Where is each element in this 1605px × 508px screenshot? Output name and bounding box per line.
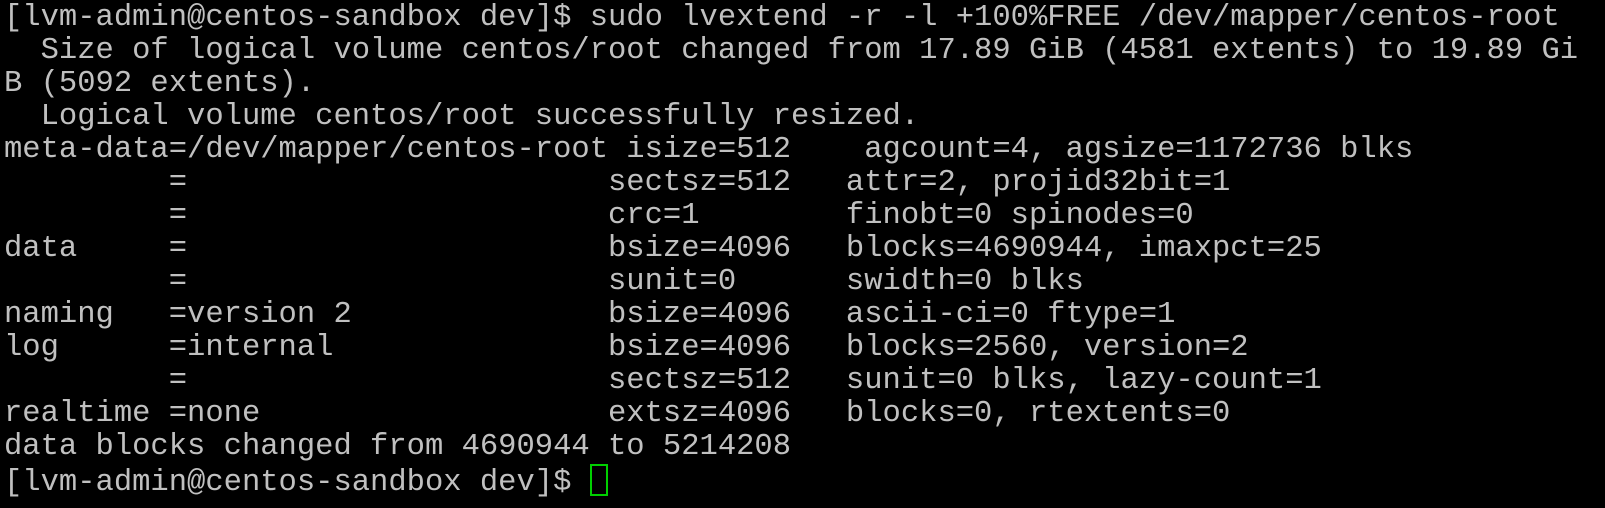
- terminal-line: realtime =none extsz=4096 blocks=0, rtex…: [4, 397, 1231, 431]
- terminal-line: B (5092 extents).: [4, 67, 316, 101]
- terminal-line: naming =version 2 bsize=4096 ascii-ci=0 …: [4, 298, 1176, 332]
- terminal-output[interactable]: [lvm-admin@centos-sandbox dev]$ sudo lve…: [4, 2, 1605, 508]
- terminal-line: [lvm-admin@centos-sandbox dev]$ sudo lve…: [4, 2, 1560, 35]
- terminal-line: log =internal bsize=4096 blocks=2560, ve…: [4, 331, 1249, 365]
- terminal-line: = sectsz=512 sunit=0 blks, lazy-count=1: [4, 364, 1322, 398]
- terminal-line: data blocks changed from 4690944 to 5214…: [4, 430, 792, 464]
- shell-prompt: [lvm-admin@centos-sandbox dev]$: [4, 466, 590, 500]
- terminal-line: meta-data=/dev/mapper/centos-root isize=…: [4, 133, 1414, 167]
- terminal-line: data = bsize=4096 blocks=4690944, imaxpc…: [4, 232, 1322, 266]
- terminal-line: = crc=1 finobt=0 spinodes=0: [4, 199, 1194, 233]
- text-cursor: [589, 464, 608, 496]
- prompt-line[interactable]: [lvm-admin@centos-sandbox dev]$: [4, 464, 1605, 500]
- terminal-line: Logical volume centos/root successfully …: [4, 100, 920, 134]
- terminal-line: = sunit=0 swidth=0 blks: [4, 265, 1084, 299]
- terminal-line: = sectsz=512 attr=2, projid32bit=1: [4, 166, 1231, 200]
- terminal-line: Size of logical volume centos/root chang…: [4, 34, 1579, 68]
